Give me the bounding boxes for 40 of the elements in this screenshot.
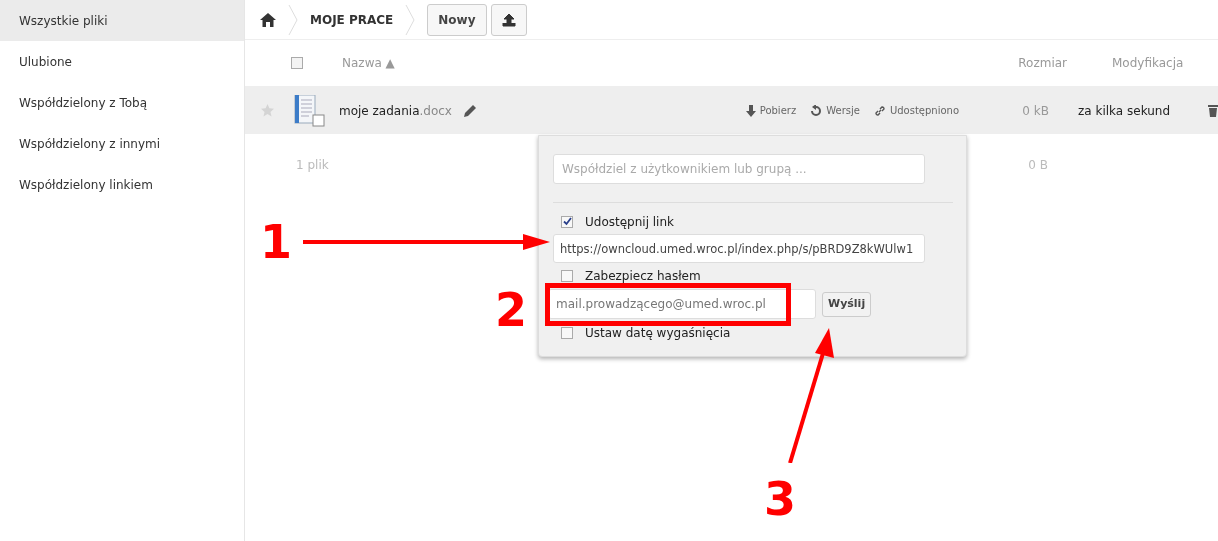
breadcrumb-folder[interactable]: MOJE PRACE	[310, 10, 394, 29]
link-icon	[873, 104, 886, 117]
file-modified: za kilka sekund	[1078, 102, 1172, 120]
home-icon[interactable]	[260, 12, 276, 27]
upload-icon	[501, 12, 516, 27]
checkbox-label: Zabezpiecz hasłem	[585, 267, 701, 285]
total-size: 0 B	[1028, 157, 1048, 174]
annotation-number: 1	[260, 219, 292, 265]
breadcrumb-separator	[405, 4, 416, 35]
file-size: 0 kB	[1021, 102, 1049, 120]
sidebar-item[interactable]: Współdzielony z innymi	[0, 123, 244, 164]
sidebar-item[interactable]: Wszystkie pliki	[0, 0, 244, 41]
file-action[interactable]: Pobierz	[745, 103, 797, 118]
pencil-icon[interactable]	[463, 104, 476, 117]
breadcrumb-separator	[288, 4, 298, 35]
file-count: 1 plik	[296, 157, 329, 174]
send-button[interactable]: Wyślij	[822, 291, 872, 317]
file-action[interactable]: Udostępniono	[873, 103, 959, 118]
download-icon	[745, 104, 756, 117]
document-icon	[293, 94, 325, 127]
sidebar-item[interactable]: Ulubione	[0, 41, 244, 82]
file-name[interactable]: moje zadania.docx	[339, 101, 452, 120]
trash-icon[interactable]	[1208, 104, 1218, 117]
checkbox[interactable]	[561, 269, 573, 282]
star-icon[interactable]	[261, 104, 274, 117]
select-all-checkbox[interactable]	[291, 57, 303, 69]
sidebar-item[interactable]: Współdzielony z Tobą	[0, 82, 244, 123]
checkbox-label: Udostępnij link	[585, 213, 674, 231]
sidebar-item[interactable]: Współdzielony linkiem	[0, 164, 244, 205]
link-field[interactable]: https://owncloud.umed.wroc.pl/index.php/s/pBRD9Z8kWUlw1	[553, 234, 925, 263]
new-button[interactable]: Nowy	[427, 3, 487, 36]
file-action[interactable]: Wersje	[810, 103, 860, 118]
annotation-number: 2	[495, 287, 527, 333]
checkbox[interactable]	[561, 215, 573, 228]
upload-button[interactable]	[490, 3, 527, 36]
email-field[interactable]: mail.prowadzącego@umed.wroc.pl	[548, 289, 816, 319]
history-icon	[810, 104, 823, 117]
checkbox-label: Ustaw datę wygaśnięcia	[585, 324, 731, 342]
checkbox[interactable]	[561, 326, 573, 339]
annotation-number: 3	[764, 476, 796, 522]
